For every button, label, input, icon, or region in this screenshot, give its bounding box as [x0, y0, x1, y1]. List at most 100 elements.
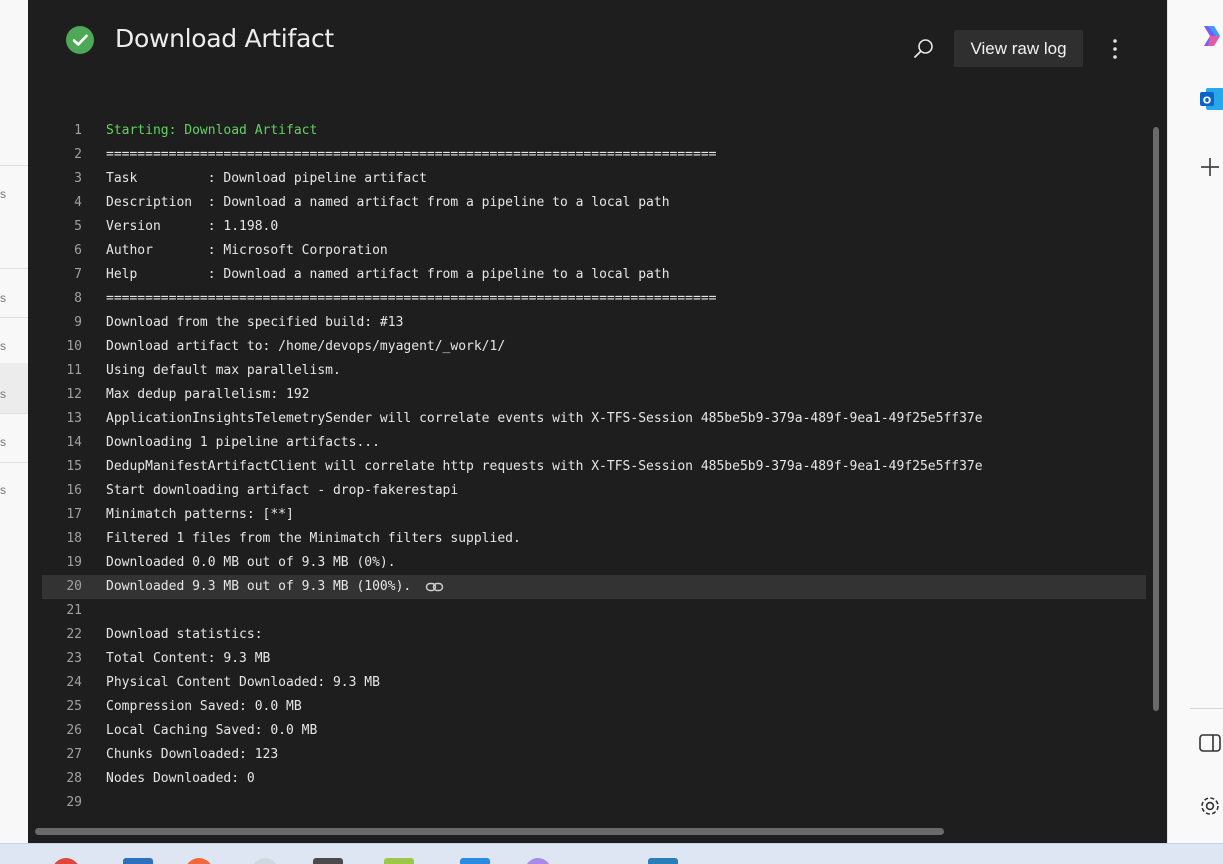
vertical-scrollbar[interactable]: [1153, 127, 1159, 711]
log-content: 1 Starting: Download Artifact 2 ===========…: [42, 119, 1146, 815]
log-line-text: Total Content: 9.3 MB: [106, 651, 271, 666]
add-icon[interactable]: [1199, 156, 1221, 178]
log-line[interactable]: 23 Total Content: 9.3 MB: [42, 647, 1146, 671]
log-header: Download Artifact View raw log: [28, 0, 1167, 100]
log-line[interactable]: 26 Local Caching Saved: 0.0 MB: [42, 719, 1146, 743]
sidebar-toggle-icon[interactable]: [1198, 733, 1222, 753]
line-number[interactable]: 13: [42, 407, 82, 431]
divider: [0, 317, 28, 318]
line-number[interactable]: 4: [42, 191, 82, 215]
log-line[interactable]: 22 Download statistics:: [42, 623, 1146, 647]
log-line-text: ========================================…: [106, 291, 717, 306]
log-line[interactable]: 1 Starting: Download Artifact: [42, 119, 1146, 143]
line-number[interactable]: 6: [42, 239, 82, 263]
log-line[interactable]: 14 Downloading 1 pipeline artifacts...: [42, 431, 1146, 455]
line-number[interactable]: 26: [42, 719, 82, 743]
line-number[interactable]: 11: [42, 359, 82, 383]
log-line[interactable]: 17 Minimatch patterns: [**]: [42, 503, 1146, 527]
log-line[interactable]: 10 Download artifact to: /home/devops/mya…: [42, 335, 1146, 359]
log-line[interactable]: 16 Start downloading artifact - drop-fake…: [42, 479, 1146, 503]
log-line[interactable]: 28 Nodes Downloaded: 0: [42, 767, 1146, 791]
edge-sidebar: O: [1167, 0, 1223, 843]
line-number[interactable]: 23: [42, 647, 82, 671]
taskbar-app-icon[interactable]: [384, 858, 414, 864]
log-line[interactable]: 19 Downloaded 0.0 MB out of 9.3 MB (0%).: [42, 551, 1146, 575]
line-number[interactable]: 19: [42, 551, 82, 575]
line-number[interactable]: 16: [42, 479, 82, 503]
search-icon: [914, 39, 933, 58]
taskbar: [0, 843, 1223, 864]
log-line-text: Description : Download a named artifact …: [106, 195, 670, 210]
line-number[interactable]: 24: [42, 671, 82, 695]
line-number[interactable]: 25: [42, 695, 82, 719]
taskbar-app-icon[interactable]: [252, 858, 278, 864]
line-number[interactable]: 29: [42, 791, 82, 815]
log-line[interactable]: 11 Using default max parallelism.: [42, 359, 1146, 383]
divider: [0, 462, 28, 463]
line-number[interactable]: 5: [42, 215, 82, 239]
line-number[interactable]: 3: [42, 167, 82, 191]
log-line[interactable]: 29: [42, 791, 1146, 815]
taskbar-app-icon[interactable]: [525, 858, 551, 864]
log-line[interactable]: 8 =======================================…: [42, 287, 1146, 311]
settings-icon[interactable]: [1197, 793, 1223, 819]
log-line[interactable]: 20 Downloaded 9.3 MB out of 9.3 MB (100%)…: [42, 575, 1146, 599]
line-number[interactable]: 20: [42, 575, 82, 599]
line-number[interactable]: 12: [42, 383, 82, 407]
log-line-text: Starting: Download Artifact: [106, 123, 318, 138]
log-line[interactable]: 12 Max dedup parallelism: 192: [42, 383, 1146, 407]
log-line[interactable]: 6 Author : Microsoft Corporation: [42, 239, 1146, 263]
log-line[interactable]: 15 DedupManifestArtifactClient will corre…: [42, 455, 1146, 479]
line-number[interactable]: 2: [42, 143, 82, 167]
line-number[interactable]: 8: [42, 287, 82, 311]
log-line-text: Start downloading artifact - drop-fakere…: [106, 483, 459, 498]
taskbar-app-icon[interactable]: [648, 858, 678, 864]
line-number[interactable]: 10: [42, 335, 82, 359]
copilot-icon[interactable]: [1198, 22, 1223, 50]
taskbar-app-icon[interactable]: [313, 858, 343, 864]
view-raw-log-button[interactable]: View raw log: [954, 30, 1083, 67]
log-line-text: DedupManifestArtifactClient will correla…: [106, 459, 983, 474]
line-number[interactable]: 7: [42, 263, 82, 287]
more-options-button[interactable]: [1105, 36, 1125, 62]
outlook-icon[interactable]: O: [1198, 84, 1223, 114]
line-number[interactable]: 9: [42, 311, 82, 335]
link-icon[interactable]: [425, 580, 445, 594]
line-number[interactable]: 17: [42, 503, 82, 527]
log-line[interactable]: 27 Chunks Downloaded: 123: [42, 743, 1146, 767]
log-line-text: Version : 1.198.0: [106, 219, 279, 234]
log-line-text: Download from the specified build: #13: [106, 315, 404, 330]
taskbar-app-icon[interactable]: [185, 858, 213, 864]
log-line-text: Using default max parallelism.: [106, 363, 341, 378]
line-number[interactable]: 1: [42, 119, 82, 143]
taskbar-app-icon[interactable]: [123, 858, 153, 864]
log-line[interactable]: 25 Compression Saved: 0.0 MB: [42, 695, 1146, 719]
taskbar-app-icon[interactable]: [52, 858, 80, 864]
line-number[interactable]: 28: [42, 767, 82, 791]
log-line[interactable]: 2 =======================================…: [42, 143, 1146, 167]
log-line[interactable]: 3 Task : Download pipeline artifact: [42, 167, 1146, 191]
line-number[interactable]: 21: [42, 599, 82, 623]
log-line[interactable]: 18 Filtered 1 files from the Minimatch fi…: [42, 527, 1146, 551]
line-number[interactable]: 27: [42, 743, 82, 767]
log-line[interactable]: 7 Help : Download a named artifact from a…: [42, 263, 1146, 287]
truncated-text: s: [0, 387, 6, 401]
line-number[interactable]: 18: [42, 527, 82, 551]
divider: [0, 268, 28, 269]
horizontal-scrollbar[interactable]: [35, 828, 944, 835]
log-line-text: Chunks Downloaded: 123: [106, 747, 279, 762]
line-number[interactable]: 15: [42, 455, 82, 479]
log-line[interactable]: 13 ApplicationInsightsTelemetrySender wil…: [42, 407, 1146, 431]
taskbar-app-icon[interactable]: [460, 858, 490, 864]
log-line-text: Download artifact to: /home/devops/myage…: [106, 339, 506, 354]
log-line[interactable]: 24 Physical Content Downloaded: 9.3 MB: [42, 671, 1146, 695]
search-button[interactable]: [908, 33, 940, 65]
log-line[interactable]: 9 Download from the specified build: #13: [42, 311, 1146, 335]
line-number[interactable]: 14: [42, 431, 82, 455]
log-line-text: Physical Content Downloaded: 9.3 MB: [106, 675, 380, 690]
log-line-text: Local Caching Saved: 0.0 MB: [106, 723, 318, 738]
log-line[interactable]: 4 Description : Download a named artifact…: [42, 191, 1146, 215]
log-line[interactable]: 5 Version : 1.198.0: [42, 215, 1146, 239]
line-number[interactable]: 22: [42, 623, 82, 647]
log-line[interactable]: 21: [42, 599, 1146, 623]
